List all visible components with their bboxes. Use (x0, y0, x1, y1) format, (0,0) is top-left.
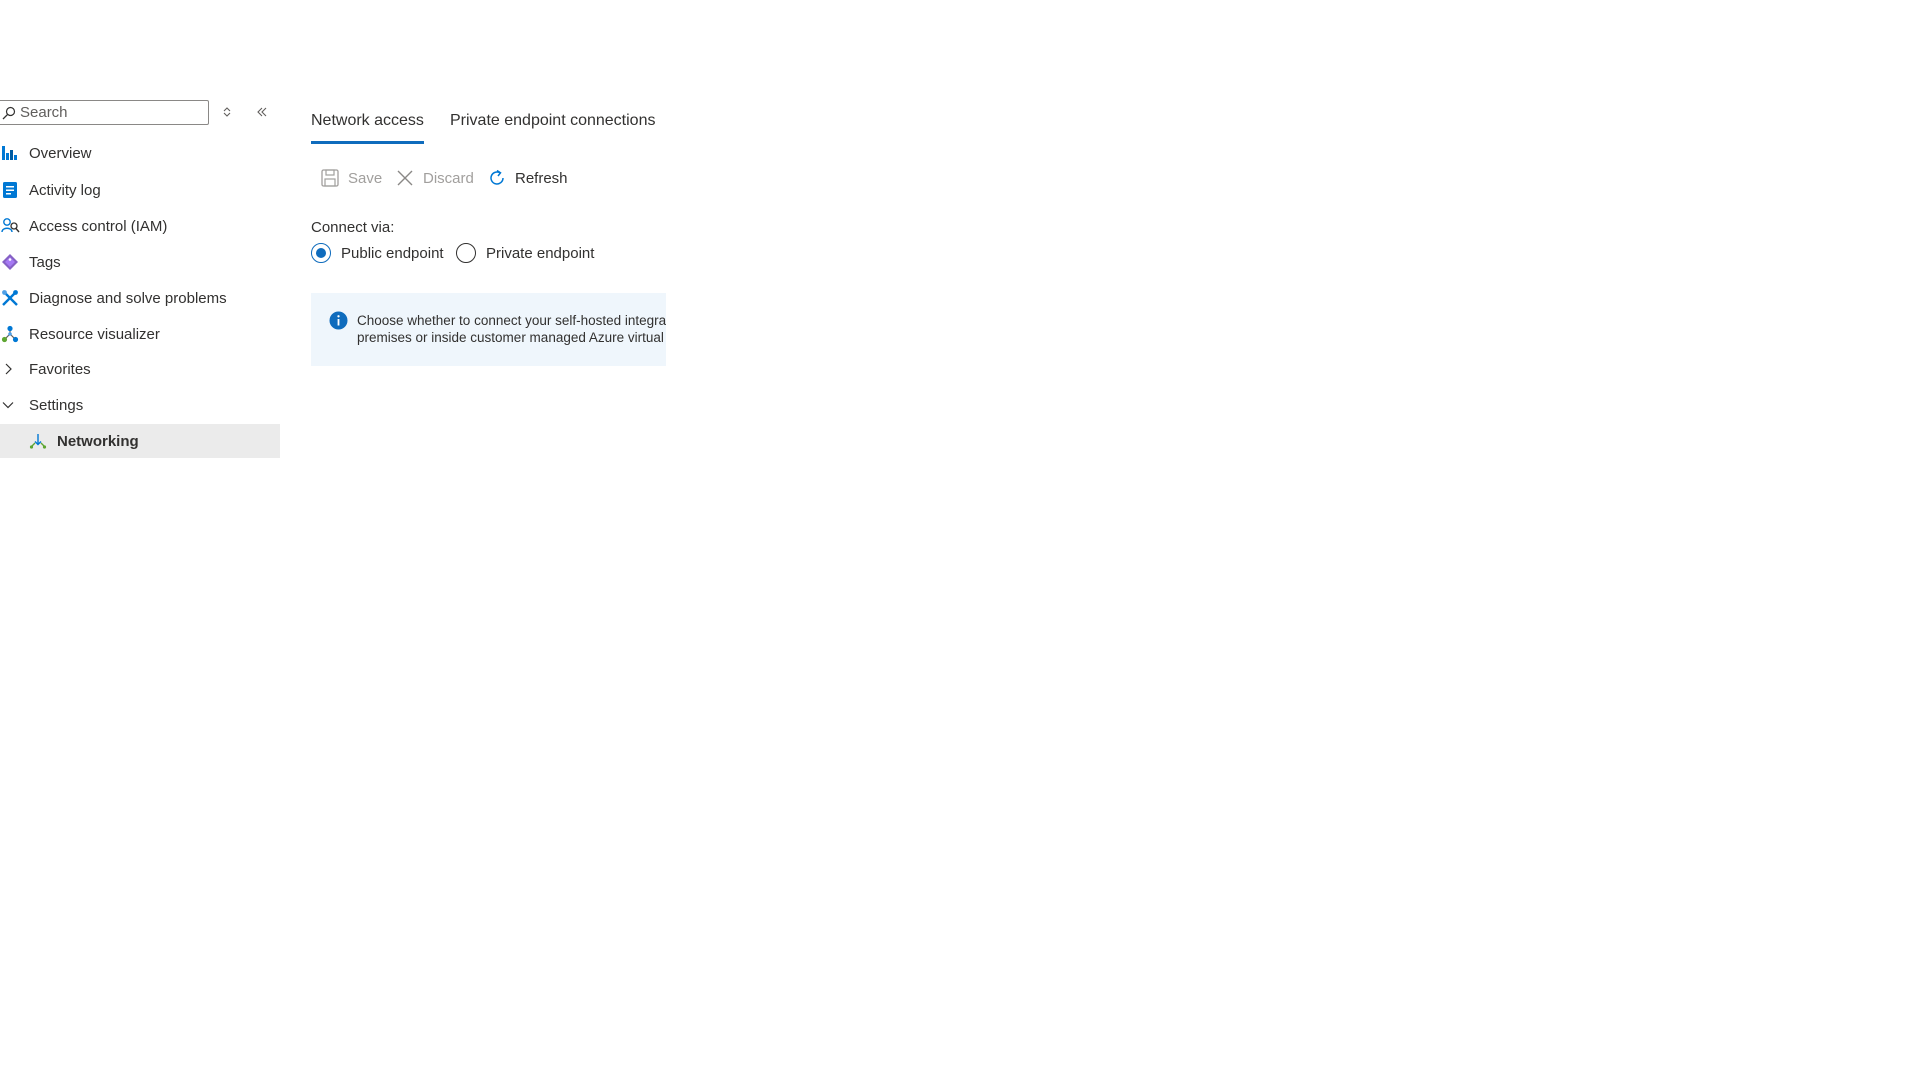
networking-icon (28, 430, 57, 452)
refresh-icon (485, 166, 509, 190)
collapse-menu-icon[interactable] (251, 101, 273, 123)
search-icon (0, 102, 20, 124)
overview-icon (0, 142, 29, 164)
radio-unchecked-indicator[interactable] (456, 243, 476, 263)
activity-log-icon (0, 179, 29, 201)
save-label: Save (348, 169, 383, 187)
info-line-1: Choose whether to connect your self-host… (357, 313, 666, 328)
sidebar-item-diagnose[interactable]: Diagnose and solve problems (0, 281, 280, 315)
sidebar-item-overview[interactable]: Overview (0, 136, 280, 170)
sidebar-item-label: Tags (29, 253, 61, 271)
chevron-right-icon (0, 358, 29, 380)
search-box[interactable] (0, 100, 209, 125)
radio-private-endpoint[interactable]: Private endpoint (456, 241, 594, 265)
wrench-icon (0, 287, 29, 309)
info-icon (329, 311, 348, 335)
sidebar-item-favorites[interactable]: Favorites (0, 352, 280, 386)
sidebar-item-settings[interactable]: Settings (0, 388, 280, 422)
search-input[interactable] (20, 102, 200, 123)
tab-network-access[interactable]: Network access (311, 112, 424, 144)
tag-icon (0, 251, 29, 273)
info-line-2: premises or inside customer managed Azur… (357, 330, 664, 345)
sidebar-item-label: Diagnose and solve problems (29, 289, 227, 307)
info-banner: Choose whether to connect your self-host… (311, 293, 666, 366)
tab-label: Network access (311, 112, 424, 129)
sidebar-item-label: Favorites (29, 360, 91, 378)
sidebar-item-label: Networking (57, 432, 139, 450)
sidebar-item-label: Access control (IAM) (29, 217, 168, 235)
sidebar-item-label: Overview (29, 144, 92, 162)
people-icon (0, 215, 29, 237)
info-text: Choose whether to connect your self-host… (357, 312, 666, 346)
discard-label: Discard (423, 169, 474, 187)
sidebar-item-label: Settings (29, 396, 84, 414)
connect-via-label: Connect via: (311, 219, 395, 236)
refresh-label: Refresh (515, 169, 568, 187)
radio-label: Private endpoint (486, 244, 595, 262)
radio-public-endpoint[interactable]: Public endpoint (311, 241, 444, 265)
expand-collapse-icon[interactable] (216, 101, 238, 123)
sidebar-item-access-control[interactable]: Access control (IAM) (0, 209, 280, 243)
sidebar-item-resource-visualizer[interactable]: Resource visualizer (0, 317, 280, 351)
sidebar-item-label: Activity log (29, 181, 101, 199)
sidebar-item-networking[interactable]: Networking (0, 424, 280, 458)
chevron-down-icon (0, 394, 29, 416)
tab-label: Private endpoint connections (450, 112, 656, 129)
radio-checked-indicator[interactable] (311, 243, 331, 263)
save-button[interactable]: Save (318, 166, 382, 190)
sidebar-item-label: Resource visualizer (29, 325, 160, 343)
sidebar-item-activity-log[interactable]: Activity log (0, 173, 280, 207)
close-icon (393, 166, 417, 190)
refresh-button[interactable]: Refresh (485, 166, 568, 190)
tab-private-endpoint-connections[interactable]: Private endpoint connections (450, 112, 655, 144)
sidebar-item-tags[interactable]: Tags (0, 245, 280, 279)
save-icon (318, 166, 342, 190)
radio-label: Public endpoint (341, 244, 444, 262)
hierarchy-icon (0, 323, 29, 345)
discard-button[interactable]: Discard (393, 166, 474, 190)
